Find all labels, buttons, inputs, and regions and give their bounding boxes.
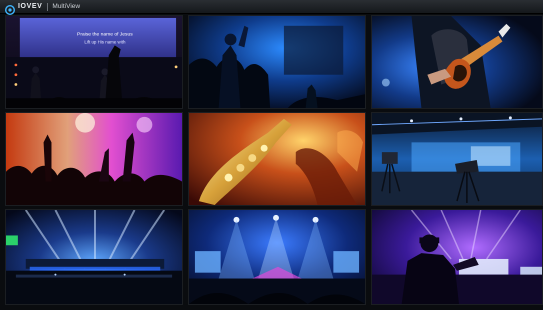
- brand-logo-icon: [4, 2, 16, 16]
- video-tile-2[interactable]: [188, 15, 366, 109]
- video-tile-4[interactable]: [5, 112, 183, 206]
- app-title: MultiView: [52, 3, 81, 10]
- svg-text:Lift up His name with: Lift up His name with: [84, 39, 126, 44]
- video-tile-7[interactable]: [5, 209, 183, 305]
- svg-text:Praise the name of Jesus: Praise the name of Jesus: [77, 32, 133, 38]
- brand-logo: IOVEV MultiView: [4, 1, 81, 16]
- video-tile-3[interactable]: [371, 15, 543, 109]
- title-bar: IOVEV MultiView: [0, 0, 543, 16]
- video-tile-8[interactable]: [188, 209, 366, 305]
- title-separator: [47, 3, 49, 11]
- video-tile-1[interactable]: Praise the name of Jesus Lift up His nam…: [5, 15, 183, 109]
- video-tile-6[interactable]: [371, 112, 543, 206]
- multiview-window: IOVEV MultiView Praise the name of Jesus…: [0, 0, 543, 310]
- video-tile-5[interactable]: [188, 112, 366, 206]
- brand-name: IOVEV: [18, 3, 43, 10]
- video-tile-9[interactable]: [371, 209, 543, 305]
